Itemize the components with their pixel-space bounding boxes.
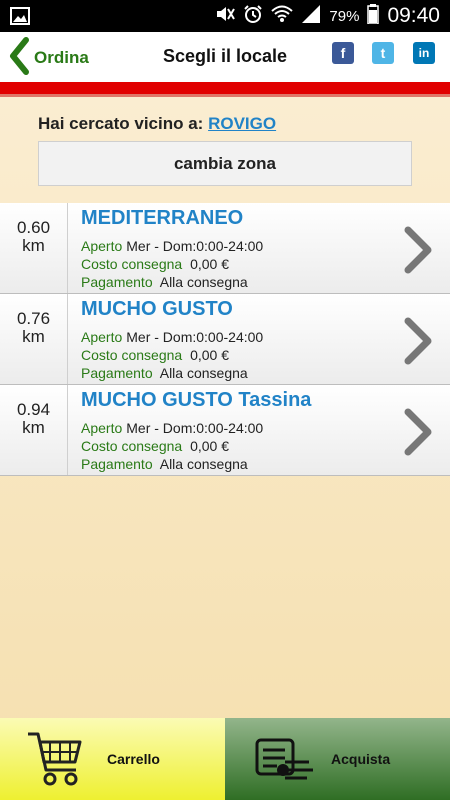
search-city-link[interactable]: ROVIGO [208, 114, 276, 133]
distance: 0.76 km [0, 294, 68, 384]
signal-icon [301, 4, 321, 29]
mute-icon [215, 4, 236, 29]
status-bar: 79% 09:40 [0, 0, 450, 32]
restaurant-row[interactable]: 0.94 km MUCHO GUSTO Tassina Aperto Mer - … [0, 385, 450, 476]
cart-icon [26, 730, 84, 793]
restaurant-list: 0.60 km MEDITERRANEO Aperto Mer - Dom:0:0… [0, 203, 450, 476]
opening-hours: Aperto Mer - Dom:0:00-24:00 [81, 329, 264, 345]
delivery-cost: Costo consegna 0,00 € [81, 438, 230, 454]
app-header: Ordina Scegli il locale f t in [0, 32, 450, 82]
restaurant-row[interactable]: 0.60 km MEDITERRANEO Aperto Mer - Dom:0:0… [0, 203, 450, 294]
twitter-icon[interactable]: t [372, 42, 394, 64]
opening-hours: Aperto Mer - Dom:0:00-24:00 [81, 238, 264, 254]
restaurant-name: MUCHO GUSTO [81, 298, 233, 320]
delivery-cost: Costo consegna 0,00 € [81, 347, 230, 363]
distance: 0.94 km [0, 385, 68, 475]
delivery-cost: Costo consegna 0,00 € [81, 256, 230, 272]
distance-value: 0.76 [16, 309, 51, 328]
battery-percent: 79% [329, 7, 360, 25]
distance-unit: km [22, 236, 45, 255]
facebook-icon[interactable]: f [332, 42, 354, 64]
restaurant-name: MUCHO GUSTO Tassina [81, 389, 312, 411]
checkout-icon [255, 738, 315, 787]
clock: 09:40 [387, 4, 440, 27]
back-label: Ordina [34, 48, 89, 67]
distance-value: 0.94 [16, 400, 51, 419]
chevron-right-icon [403, 407, 433, 462]
battery-icon [367, 3, 380, 29]
checkout-label: Acquista [331, 751, 391, 767]
change-zone-button[interactable]: cambia zona [38, 141, 412, 186]
payment-method: Pagamento Alla consegna [81, 274, 248, 290]
search-location: Hai cercato vicino a: ROVIGO [38, 114, 276, 134]
distance-unit: km [22, 418, 45, 437]
image-icon [10, 7, 30, 30]
cart-label: Carrello [107, 751, 160, 767]
back-button[interactable]: Ordina [8, 36, 89, 80]
header-divider-shadow [0, 94, 450, 97]
distance-unit: km [22, 327, 45, 346]
chevron-right-icon [403, 316, 433, 371]
wifi-icon [271, 4, 294, 29]
cart-button[interactable]: Carrello [0, 718, 225, 800]
opening-hours: Aperto Mer - Dom:0:00-24:00 [81, 420, 264, 436]
bottom-bar: Carrello Acquista [0, 718, 450, 800]
restaurant-name: MEDITERRANEO [81, 207, 244, 229]
distance-value: 0.60 [16, 218, 51, 237]
search-label: Hai cercato vicino a: [38, 114, 204, 133]
payment-method: Pagamento Alla consegna [81, 456, 248, 472]
payment-method: Pagamento Alla consegna [81, 365, 248, 381]
back-chevron-icon [8, 36, 30, 80]
distance: 0.60 km [0, 203, 68, 293]
restaurant-row[interactable]: 0.76 km MUCHO GUSTO Aperto Mer - Dom:0:00… [0, 294, 450, 385]
header-divider [0, 82, 450, 94]
linkedin-icon[interactable]: in [413, 42, 435, 64]
checkout-button[interactable]: Acquista [225, 718, 450, 800]
alarm-icon [243, 4, 263, 29]
chevron-right-icon [403, 225, 433, 280]
